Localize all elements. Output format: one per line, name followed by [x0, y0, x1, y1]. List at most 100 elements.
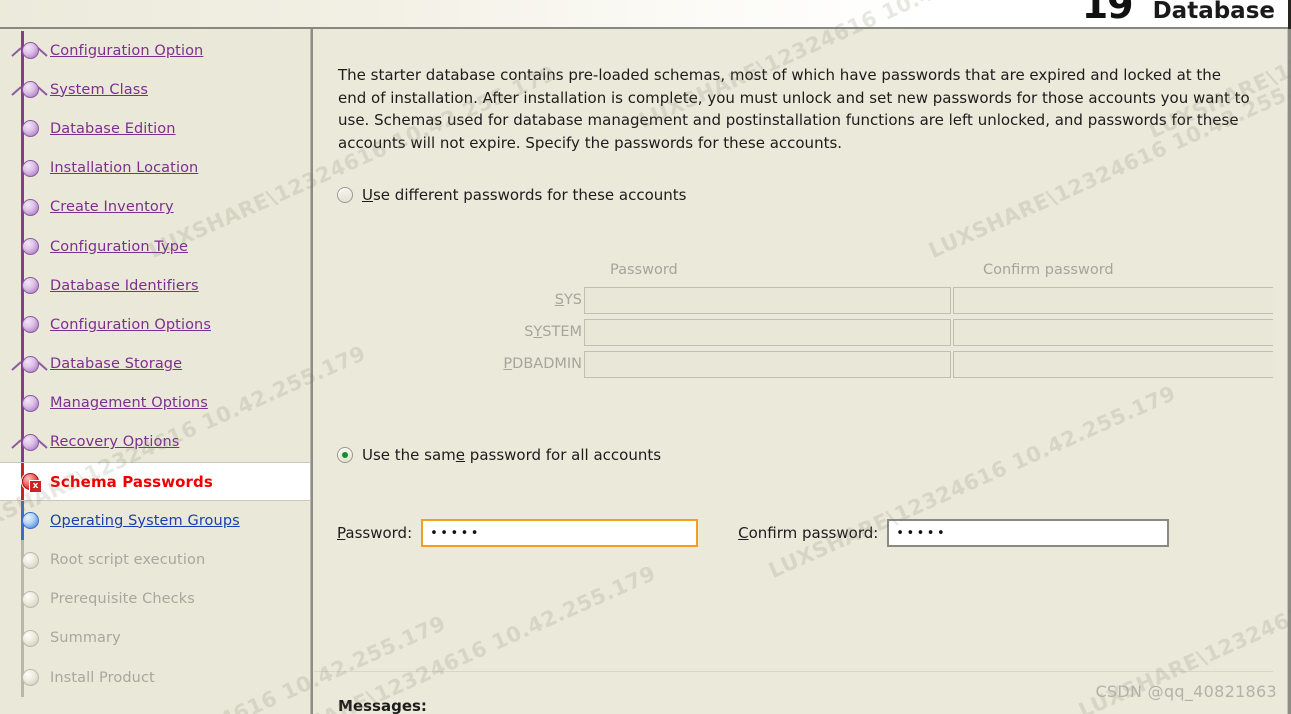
radio-same-indicator[interactable] — [337, 447, 353, 463]
step-bullet-icon — [22, 120, 39, 138]
step-bullet-icon — [22, 551, 39, 569]
password-label-text: assword: — [345, 524, 413, 542]
sidebar-item-install-product: Install Product — [0, 658, 310, 698]
radio-same-mnemonic: e — [455, 446, 466, 464]
account-confirm-password-input — [953, 350, 1273, 378]
step-bullet-icon — [22, 629, 39, 647]
sidebar-item-label: Recovery Options — [50, 434, 180, 451]
step-bullet-icon — [22, 512, 39, 530]
account-password-input — [584, 318, 951, 346]
sidebar-item-installation-location[interactable]: Installation Location — [0, 148, 310, 188]
sidebar-item-label: Create Inventory — [50, 199, 174, 216]
account-name-mnemonic: Y — [533, 324, 543, 340]
grid-header-row: Password Confirm password — [454, 256, 1189, 284]
radio-different-label: Use different passwords for these accoun… — [362, 186, 686, 204]
sidebar-item-label: Prerequisite Checks — [50, 591, 195, 608]
sidebar-item-system-class[interactable]: System Class — [0, 70, 310, 110]
messages-label: Messages: — [338, 697, 427, 714]
csdn-credit-watermark: CSDN @qq_40821863 — [1095, 682, 1277, 701]
sidebar-item-operating-system-groups[interactable]: Operating System Groups — [0, 501, 310, 541]
password-label: Password: — [337, 524, 412, 542]
sidebar-item-label: Schema Passwords — [50, 472, 213, 491]
account-password-input — [584, 286, 951, 314]
oracle-database-installer-window: 19 Database Configuration Option System C… — [0, 0, 1291, 714]
radio-use-different-passwords[interactable]: Use different passwords for these accoun… — [337, 186, 686, 204]
step-bullet-icon — [22, 81, 39, 99]
radio-use-same-password[interactable]: Use the same password for all accounts — [337, 446, 661, 464]
step-error-icon — [22, 473, 42, 494]
account-name-post: YS — [563, 292, 582, 308]
sidebar-item-label: Configuration Options — [50, 316, 211, 333]
step-bullet-icon — [22, 277, 39, 295]
sidebar-item-summary: Summary — [0, 618, 310, 658]
sidebar-item-configuration-option[interactable]: Configuration Option — [0, 31, 310, 71]
radio-different-text: se different passwords for these account… — [372, 186, 687, 204]
sidebar-item-configuration-type[interactable]: Configuration Type — [0, 226, 310, 267]
account-name-mnemonic: S — [554, 292, 564, 308]
step-bullet-icon — [22, 394, 39, 412]
sidebar-item-label: Configuration Option — [50, 42, 204, 59]
account-name-post: STEM — [542, 324, 582, 340]
radio-same-label: Use the same password for all accounts — [362, 446, 661, 464]
account-name-post: DBADMIN — [512, 356, 582, 372]
sidebar-item-prerequisite-checks: Prerequisite Checks — [0, 579, 310, 619]
sidebar-item-schema-passwords[interactable]: Schema Passwords — [0, 462, 310, 502]
confirm-password-input[interactable]: ••••• — [887, 519, 1170, 547]
account-password-row: PDBADMIN — [454, 348, 1273, 380]
sidebar-item-configuration-options[interactable]: Configuration Options — [0, 305, 310, 345]
oracle-brand: 19 Database — [1082, 0, 1275, 24]
radio-different-indicator[interactable] — [337, 187, 353, 203]
confirm-password-label-mnemonic: C — [738, 524, 749, 542]
sidebar-item-label: Install Product — [50, 669, 155, 686]
per-account-password-grid: Password Confirm password SYS SYSTEM PDBAD… — [454, 256, 1273, 380]
radio-same-text-pre: Use the sam — [362, 446, 456, 464]
grid-header-confirm: Confirm password — [983, 262, 1114, 278]
sidebar-item-recovery-options[interactable]: Recovery Options — [0, 422, 310, 463]
account-confirm-password-input — [953, 318, 1273, 346]
intro-paragraph: The starter database contains pre-loaded… — [338, 66, 1250, 152]
step-bullet-icon — [22, 238, 39, 256]
brand-version-label: 19 — [1081, 0, 1134, 27]
account-password-row: SYS — [454, 284, 1273, 316]
step-bullet-icon — [22, 433, 39, 451]
account-name-label: SYSTEM — [454, 324, 584, 340]
account-name-label: SYS — [454, 292, 584, 308]
sidebar-item-label: System Class — [50, 81, 149, 98]
installer-step-sidebar: Configuration Option System Class Database… — [0, 31, 310, 714]
step-bullet-icon — [22, 42, 39, 60]
sidebar-item-database-storage[interactable]: Database Storage — [0, 344, 310, 384]
grid-header-password: Password — [610, 262, 678, 278]
sidebar-item-label: Database Edition — [50, 120, 176, 137]
step-bullet-icon — [22, 159, 39, 177]
app-header: 19 Database — [0, 0, 1291, 29]
radio-different-mnemonic: U — [362, 186, 373, 204]
account-confirm-password-input — [953, 286, 1273, 314]
same-password-row: Password: ••••• Confirm password: ••••• — [337, 519, 1170, 547]
main-content-pane: The starter database contains pre-loaded… — [314, 31, 1273, 714]
sidebar-content-divider — [310, 29, 313, 714]
sidebar-item-label: Installation Location — [50, 160, 199, 177]
sidebar-item-database-identifiers[interactable]: Database Identifiers — [0, 266, 310, 306]
sidebar-item-management-options[interactable]: Management Options — [0, 383, 310, 423]
step-bullet-icon — [22, 590, 39, 608]
account-name-label: PDBADMIN — [454, 356, 584, 372]
sidebar-item-root-script-execution: Root script execution — [0, 540, 310, 580]
step-bullet-icon — [22, 198, 39, 216]
step-bullet-icon — [22, 355, 39, 373]
confirm-password-label: Confirm password: — [738, 524, 878, 542]
password-input[interactable]: ••••• — [421, 519, 699, 547]
radio-same-text-rest: password for all accounts — [465, 446, 662, 464]
account-name-mnemonic: P — [503, 356, 513, 372]
sidebar-item-label: Operating System Groups — [50, 512, 240, 529]
sidebar-item-label: Database Storage — [50, 356, 183, 373]
confirm-password-label-text: onfirm password: — [748, 524, 879, 542]
sidebar-item-database-edition[interactable]: Database Edition — [0, 109, 310, 149]
account-password-input — [584, 350, 951, 378]
step-bullet-icon — [22, 669, 39, 687]
sidebar-item-label: Configuration Type — [50, 238, 189, 255]
window-right-edge — [1287, 29, 1291, 714]
sidebar-item-create-inventory[interactable]: Create Inventory — [0, 187, 310, 227]
account-password-row: SYSTEM — [454, 316, 1273, 348]
step-bullet-icon — [22, 316, 39, 334]
sidebar-item-label: Summary — [50, 630, 121, 647]
